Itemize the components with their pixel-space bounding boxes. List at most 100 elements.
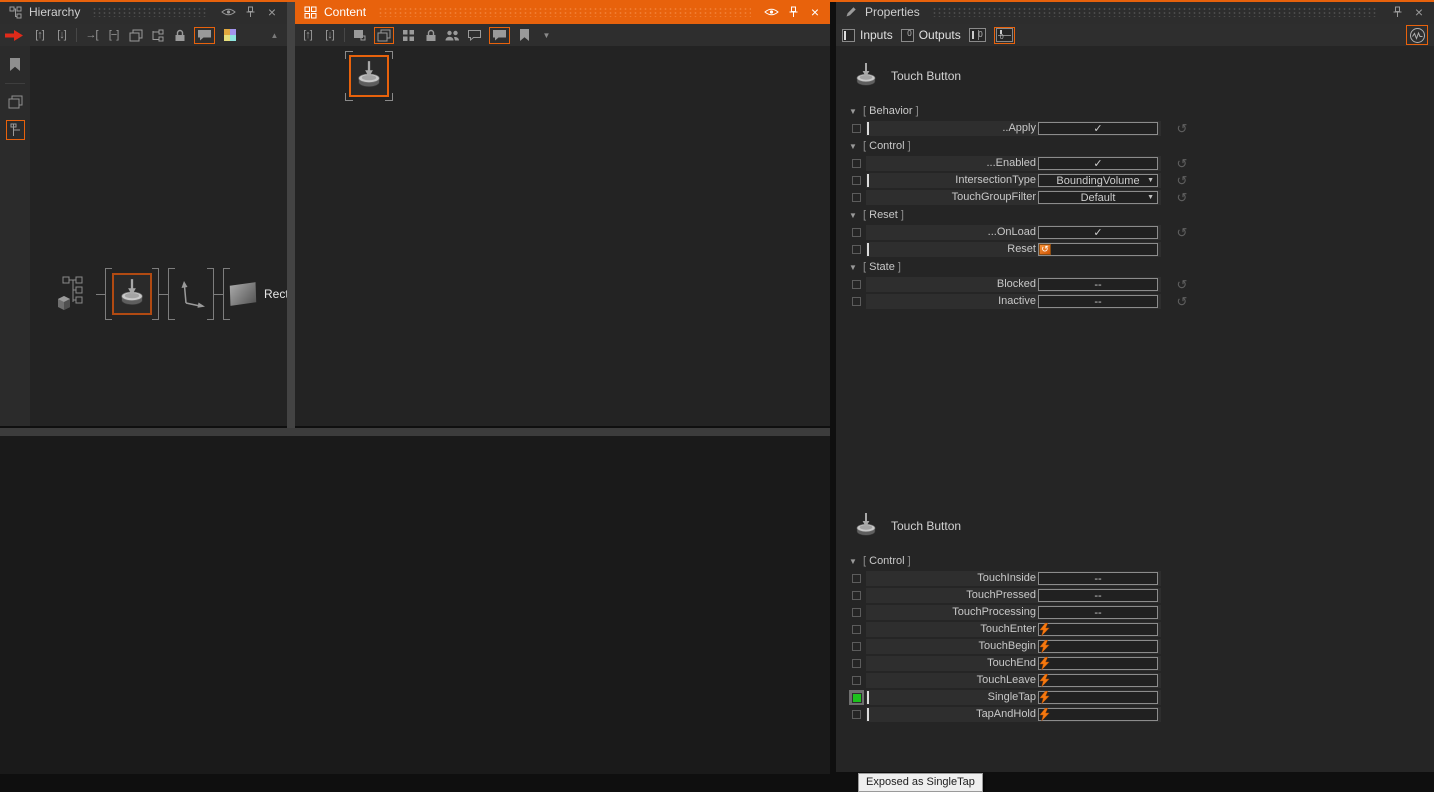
touchinside-value-field[interactable]: -- [1038, 572, 1158, 585]
content-canvas[interactable] [295, 46, 830, 426]
expose-checkbox[interactable] [849, 622, 864, 637]
collapse-triangle-icon: ▼ [849, 211, 858, 220]
scroll-up-icon[interactable]: ▲ [267, 27, 282, 44]
bookmark-dropdown-icon[interactable]: ▼ [539, 27, 554, 44]
eye-icon[interactable] [763, 4, 779, 20]
enabled-value-field[interactable]: ✓ [1038, 157, 1158, 170]
reset-property-icon[interactable]: ↺ [1175, 191, 1189, 204]
users-icon[interactable] [445, 27, 460, 44]
expose-checkbox[interactable] [849, 639, 864, 654]
expose-checkbox[interactable] [849, 242, 864, 257]
properties-titlebar[interactable]: Properties × [836, 0, 1434, 24]
reset-property-icon[interactable]: ↺ [1175, 226, 1189, 239]
pivot-tool-icon[interactable] [6, 120, 25, 140]
touchpressed-value-field[interactable]: -- [1038, 589, 1158, 602]
inactive-value-field[interactable]: -- [1038, 295, 1158, 308]
hierarchy-canvas[interactable]: Rect1 [30, 46, 287, 426]
hierarchy-node-system-root[interactable] [56, 276, 96, 312]
expose-checkbox[interactable] [849, 156, 864, 171]
import-down-icon[interactable]: [↓] [322, 27, 337, 44]
content-titlebar[interactable]: Content × [295, 0, 830, 24]
group-header-state[interactable]: ▼ State [836, 258, 1434, 276]
lock-icon[interactable] [172, 27, 187, 44]
insert-node-icon[interactable]: →[ [84, 27, 99, 44]
tapandhold-event-field[interactable] [1038, 708, 1158, 721]
expose-checkbox[interactable] [849, 605, 864, 620]
horizontal-splitter[interactable] [0, 428, 830, 436]
close-icon[interactable]: × [264, 4, 280, 20]
expose-checkbox[interactable] [849, 277, 864, 292]
touchbegin-event-field[interactable] [1038, 640, 1158, 653]
group-header-behavior[interactable]: ▼ Behavior [836, 102, 1434, 120]
layered-nodes-icon[interactable] [128, 27, 143, 44]
performance-monitor-icon[interactable] [1406, 25, 1428, 45]
subtree-icon[interactable] [150, 27, 165, 44]
expose-checkbox-singletap-exposed[interactable] [849, 690, 864, 705]
reset-property-icon[interactable]: ↺ [1175, 278, 1189, 291]
bookmark-icon[interactable] [517, 27, 532, 44]
close-icon[interactable]: × [1411, 4, 1427, 20]
grid-view-icon[interactable] [401, 27, 416, 44]
layers-icon[interactable] [8, 95, 23, 109]
group-header-control[interactable]: ▼ Control [836, 552, 1434, 570]
split-vertical-icon[interactable]: 0 [969, 27, 986, 44]
expose-checkbox[interactable] [849, 673, 864, 688]
expose-checkbox[interactable] [849, 707, 864, 722]
group-header-reset[interactable]: ▼ Reset [836, 206, 1434, 224]
tab-outputs[interactable]: 0 Outputs [901, 28, 961, 42]
comment-outline-icon[interactable] [467, 27, 482, 44]
palette-icon[interactable] [222, 27, 237, 44]
touchleave-event-field[interactable] [1038, 674, 1158, 687]
touchend-event-field[interactable] [1038, 657, 1158, 670]
reset-property-icon[interactable]: ↺ [1175, 122, 1189, 135]
expose-checkbox[interactable] [849, 190, 864, 205]
close-icon[interactable]: × [807, 4, 823, 20]
expose-checkbox[interactable] [849, 173, 864, 188]
reset-property-icon[interactable]: ↺ [1175, 174, 1189, 187]
bookmark-icon[interactable] [9, 58, 21, 72]
pin-icon[interactable] [242, 4, 258, 20]
hierarchy-titlebar[interactable]: Hierarchy × [0, 0, 287, 24]
pin-icon[interactable] [1389, 4, 1405, 20]
expose-checkbox[interactable] [849, 656, 864, 671]
export-up-icon[interactable]: [↑] [32, 27, 47, 44]
touchenter-event-field[interactable] [1038, 623, 1158, 636]
comments-icon[interactable] [194, 27, 215, 44]
layered-nodes-icon[interactable] [374, 27, 394, 44]
export-up-icon[interactable]: [↑] [300, 27, 315, 44]
onload-value-field[interactable]: ✓ [1038, 226, 1158, 239]
vertical-splitter[interactable] [287, 2, 295, 428]
reset-action-icon[interactable]: ↺ [1039, 244, 1051, 255]
reset-property-icon[interactable]: ↺ [1175, 295, 1189, 308]
apply-value-field[interactable]: ✓ [1038, 122, 1158, 135]
comment-filled-icon[interactable] [489, 27, 510, 44]
expose-checkbox[interactable] [849, 294, 864, 309]
pin-icon[interactable] [785, 4, 801, 20]
eye-icon[interactable] [220, 4, 236, 20]
reset-trigger-field[interactable]: ↺ [1038, 243, 1158, 256]
singletap-event-field[interactable] [1038, 691, 1158, 704]
expose-checkbox[interactable] [849, 225, 864, 240]
property-label: IntersectionType [866, 173, 1036, 188]
blocked-value-field[interactable]: -- [1038, 278, 1158, 291]
split-node-icon[interactable]: [−] [106, 27, 121, 44]
tab-inputs[interactable]: Inputs [842, 28, 893, 42]
content-item-touch-button[interactable] [345, 51, 393, 101]
expose-checkbox[interactable] [849, 588, 864, 603]
lock-icon[interactable] [423, 27, 438, 44]
split-horizontal-icon[interactable]: 0 [994, 27, 1015, 44]
intersectiontype-dropdown[interactable]: BoundingVolume▼ [1038, 174, 1158, 187]
hierarchy-node-axes[interactable] [168, 268, 214, 320]
touchgroupfilter-dropdown[interactable]: Default▼ [1038, 191, 1158, 204]
property-label: ..Apply [866, 121, 1036, 136]
touchprocessing-value-field[interactable]: -- [1038, 606, 1158, 619]
expose-checkbox[interactable] [849, 121, 864, 136]
import-down-icon[interactable]: [↓] [54, 27, 69, 44]
pin-board-icon[interactable] [352, 27, 367, 44]
collapse-triangle-icon: ▼ [849, 107, 858, 116]
group-header-control[interactable]: ▼ Control [836, 137, 1434, 155]
expose-checkbox[interactable] [849, 571, 864, 586]
jump-arrow-icon[interactable] [5, 27, 25, 44]
reset-property-icon[interactable]: ↺ [1175, 157, 1189, 170]
hierarchy-node-touch-button[interactable] [105, 268, 159, 320]
